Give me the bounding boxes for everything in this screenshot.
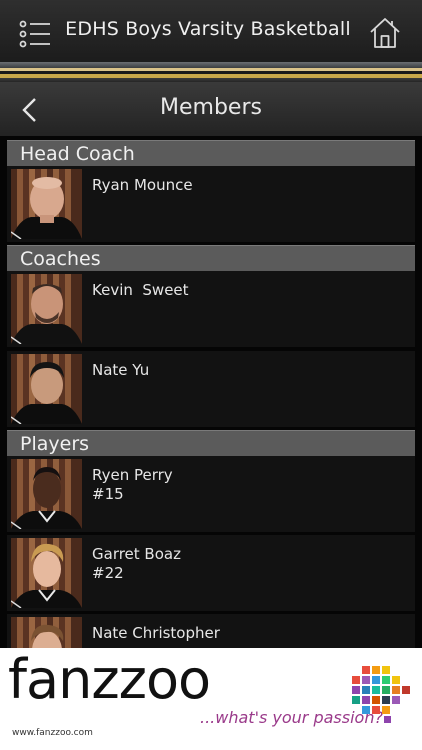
section-header-players: Players — [7, 430, 415, 456]
page-title: Members — [160, 95, 262, 120]
member-photo — [11, 354, 82, 424]
list-item[interactable]: Nate Christopher — [7, 614, 415, 648]
list-item[interactable]: Ryen Perry #15 — [7, 456, 415, 532]
top-bar: EDHS Boys Varsity Basketball — [0, 0, 422, 62]
jersey-number: #15 — [92, 485, 124, 503]
list-item[interactable]: Ryan Mounce — [7, 166, 415, 242]
app-title: EDHS Boys Varsity Basketball — [65, 18, 351, 40]
member-photo — [11, 169, 82, 239]
nav-bar: Members — [0, 82, 422, 136]
member-photo — [11, 274, 82, 344]
list-item[interactable]: Kevin Sweet — [7, 271, 415, 347]
member-name: Nate Yu — [92, 361, 150, 379]
member-photo — [11, 617, 82, 648]
website-link[interactable]: www.fanzzoo.com — [12, 728, 93, 738]
jersey-number: #22 — [92, 564, 124, 582]
menu-list-icon[interactable] — [18, 18, 54, 50]
member-name: Kevin Sweet — [92, 281, 189, 299]
list-item[interactable]: Garret Boaz #22 — [7, 535, 415, 611]
member-name: Ryan Mounce — [92, 176, 193, 194]
member-name: Nate Christopher — [92, 624, 220, 642]
section-header-head-coach: Head Coach — [7, 140, 415, 166]
home-icon[interactable] — [368, 16, 402, 50]
member-photo — [11, 459, 82, 529]
member-photo — [11, 538, 82, 608]
speech-bubble-icon — [348, 664, 412, 730]
ad-banner[interactable]: fanzzoo www.fanzzoo.com ...what's your p… — [0, 648, 422, 750]
member-name: Ryen Perry — [92, 466, 173, 484]
list-item[interactable]: Nate Yu — [7, 351, 415, 427]
members-list[interactable]: Head Coach Ryan Mounce Coaches Kevin Swe… — [0, 136, 422, 648]
member-name: Garret Boaz — [92, 545, 181, 563]
fanzzoo-logo: fanzzoo — [8, 648, 211, 711]
section-header-coaches: Coaches — [7, 245, 415, 271]
